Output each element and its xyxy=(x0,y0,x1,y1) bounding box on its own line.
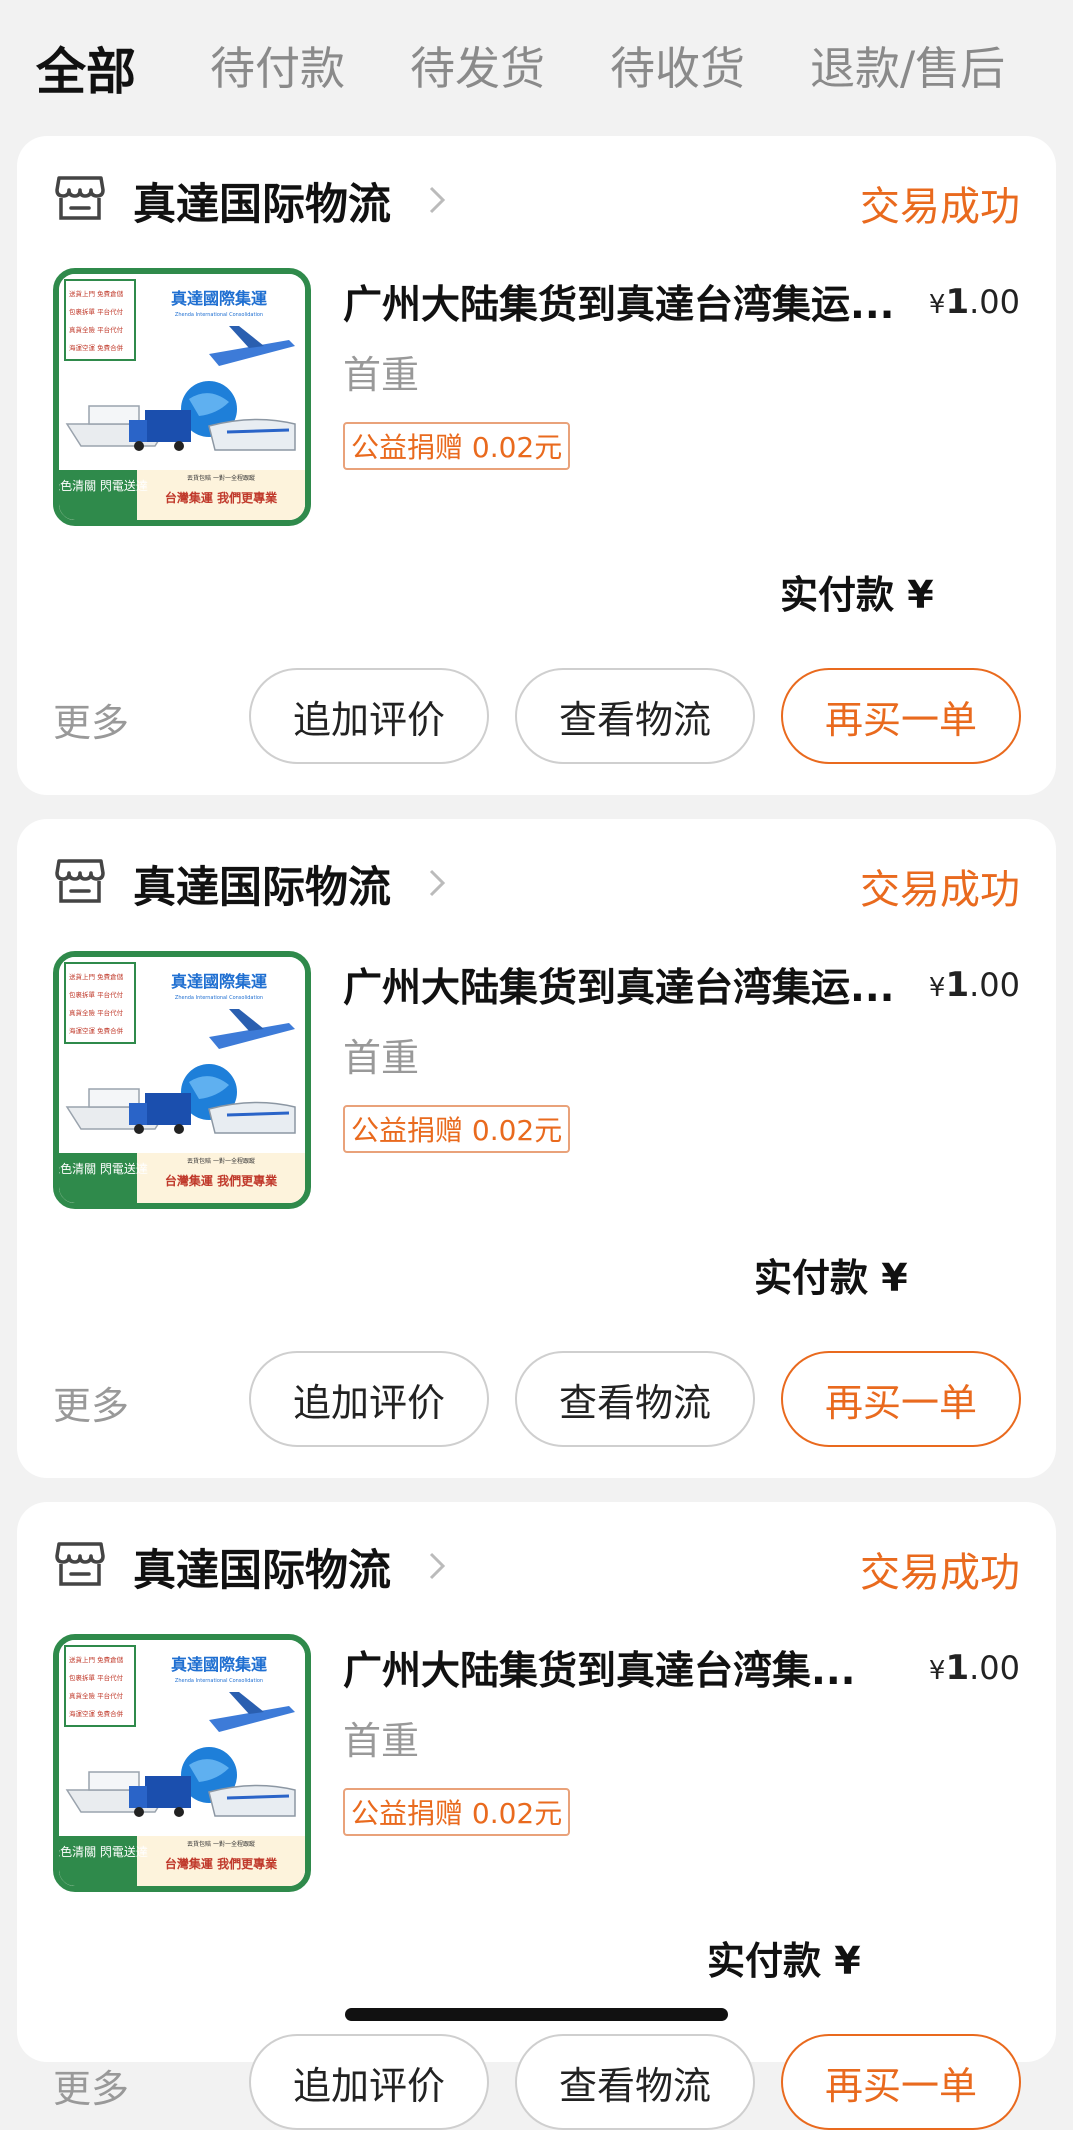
order-status: 交易成功 xyxy=(860,1550,1020,1596)
thumb-feature-4: 海運空運 免費合併 xyxy=(69,1709,124,1718)
add-review-button[interactable]: 追加评价 xyxy=(249,2034,489,2130)
thumb-brand: 真達國際集運 xyxy=(171,972,267,991)
paid-amount: 实付款 ¥ xyxy=(780,573,934,617)
paid-amount: 实付款 ¥ xyxy=(754,1256,908,1300)
product-spec: 首重 xyxy=(343,1719,420,1763)
thumb-feature-1: 送貨上門 免費倉儲 xyxy=(69,1655,124,1664)
product-image: 送貨上門 免費倉儲 包裹拆單 平台代付 真貨全險 平台代付 海運空運 免費合併 … xyxy=(59,1640,305,1886)
chevron-right-icon[interactable] xyxy=(425,863,451,903)
thumb-feature-3: 真貨全險 平台代付 xyxy=(69,1008,124,1017)
store-icon xyxy=(55,859,105,903)
product-title[interactable]: 广州大陆集货到真達台湾集运... xyxy=(343,274,903,330)
product-title[interactable]: 广州大陆集货到真達台湾集运... xyxy=(343,957,903,1013)
tab-pending-shipment[interactable]: 待发货 xyxy=(410,32,545,97)
buy-again-button[interactable]: 再买一单 xyxy=(781,2034,1021,2130)
thumb-footer-left: 綠色清關 閃電送達 xyxy=(59,1161,148,1176)
product-price: ¥1.00 xyxy=(928,965,1020,1005)
tab-refund-aftersale[interactable]: 退款/售后 xyxy=(810,32,1005,97)
tab-pending-receipt[interactable]: 待收货 xyxy=(610,32,745,97)
store-icon xyxy=(55,1542,105,1586)
thumb-footer-small: 丟貨包賠 一對一全程跟蹤 xyxy=(187,1157,255,1165)
product-spec: 首重 xyxy=(343,353,420,397)
thumb-brand: 真達國際集運 xyxy=(171,1655,267,1674)
product-spec: 首重 xyxy=(343,1036,420,1080)
product-thumbnail[interactable]: 送貨上門 免費倉儲 包裹拆單 平台代付 真貨全險 平台代付 海運空運 免費合併 … xyxy=(53,951,311,1209)
add-review-button[interactable]: 追加评价 xyxy=(249,668,489,764)
more-button[interactable]: 更多 xyxy=(53,1375,129,1430)
thumb-footer-right: 台灣集運 我們更專業 xyxy=(165,490,278,505)
thumb-feature-3: 真貨全險 平台代付 xyxy=(69,1691,124,1700)
buy-again-button[interactable]: 再买一单 xyxy=(781,668,1021,764)
product-price: ¥1.00 xyxy=(928,282,1020,322)
thumb-feature-4: 海運空運 免費合併 xyxy=(69,343,124,352)
thumb-feature-2: 包裹拆單 平台代付 xyxy=(69,1673,124,1682)
shop-name[interactable]: 真達国际物流 xyxy=(133,170,391,232)
thumb-brand-en: Zhenda International Consolidation xyxy=(175,1678,263,1684)
product-image: 送貨上門 免費倉儲 包裹拆單 平台代付 真貨全險 平台代付 海運空運 免費合併 … xyxy=(59,957,305,1203)
thumb-footer-left: 綠色清關 閃電送達 xyxy=(59,1844,148,1859)
thumb-feature-4: 海運空運 免費合併 xyxy=(69,1026,124,1035)
more-button[interactable]: 更多 xyxy=(53,692,129,747)
shop-name[interactable]: 真達国际物流 xyxy=(133,853,391,915)
store-icon xyxy=(55,176,105,220)
order-card[interactable]: 真達国际物流 交易成功 送貨上門 免費倉儲 包裹拆單 平台代付 真貨全險 平台代… xyxy=(17,1502,1056,2130)
product-thumbnail[interactable]: 送貨上門 免費倉儲 包裹拆單 平台代付 真貨全險 平台代付 海運空運 免費合併 … xyxy=(53,1634,311,1892)
product-image: 送貨上門 免費倉儲 包裹拆單 平台代付 真貨全險 平台代付 海運空運 免費合併 … xyxy=(59,274,305,520)
charity-badge: 公益捐赠 0.02元 xyxy=(343,422,571,470)
buy-again-button[interactable]: 再买一单 xyxy=(781,1351,1021,1447)
order-status: 交易成功 xyxy=(860,184,1020,230)
more-button[interactable]: 更多 xyxy=(53,2058,129,2113)
home-indicator[interactable] xyxy=(345,2008,728,2021)
thumb-feature-1: 送貨上門 免費倉儲 xyxy=(69,289,124,298)
chevron-right-icon[interactable] xyxy=(425,1546,451,1586)
thumb-footer-small: 丟貨包賠 一對一全程跟蹤 xyxy=(187,1840,255,1848)
thumb-feature-1: 送貨上門 免費倉儲 xyxy=(69,972,124,981)
product-price: ¥1.00 xyxy=(928,1648,1020,1688)
thumb-feature-2: 包裹拆單 平台代付 xyxy=(69,990,124,999)
order-card[interactable]: 真達国际物流 交易成功 送貨上門 免費倉儲 包裹拆單 平台代付 真貨全險 平台代… xyxy=(17,819,1056,1478)
thumb-footer-small: 丟貨包賠 一對一全程跟蹤 xyxy=(187,474,255,482)
thumb-brand: 真達國際集運 xyxy=(171,289,267,308)
thumb-brand-en: Zhenda International Consolidation xyxy=(175,312,263,318)
view-logistics-button[interactable]: 查看物流 xyxy=(515,2034,755,2130)
add-review-button[interactable]: 追加评价 xyxy=(249,1351,489,1447)
thumb-footer-left: 綠色清關 閃電送達 xyxy=(59,478,148,493)
thumb-feature-2: 包裹拆單 平台代付 xyxy=(69,307,124,316)
order-card[interactable]: 真達国际物流 交易成功 送貨上門 免費倉儲 包裹拆單 平台代付 真貨全險 平台代… xyxy=(17,136,1056,795)
chevron-right-icon[interactable] xyxy=(425,180,451,220)
charity-badge: 公益捐赠 0.02元 xyxy=(343,1788,571,1836)
thumb-footer-right: 台灣集運 我們更專業 xyxy=(165,1856,278,1871)
shop-name[interactable]: 真達国际物流 xyxy=(133,1536,391,1598)
tab-all[interactable]: 全部 xyxy=(36,32,136,104)
order-filter-tabs: 全部 待付款 待发货 待收货 退款/售后 xyxy=(0,0,1073,130)
product-title[interactable]: 广州大陆集货到真達台湾集... xyxy=(343,1640,903,1696)
thumb-feature-3: 真貨全險 平台代付 xyxy=(69,325,124,334)
paid-amount: 实付款 ¥ xyxy=(707,1939,861,1983)
view-logistics-button[interactable]: 查看物流 xyxy=(515,1351,755,1447)
thumb-brand-en: Zhenda International Consolidation xyxy=(175,995,263,1001)
view-logistics-button[interactable]: 查看物流 xyxy=(515,668,755,764)
tab-pending-payment[interactable]: 待付款 xyxy=(210,32,345,97)
product-thumbnail[interactable]: 送貨上門 免費倉儲 包裹拆單 平台代付 真貨全險 平台代付 海運空運 免費合併 … xyxy=(53,268,311,526)
charity-badge: 公益捐赠 0.02元 xyxy=(343,1105,571,1153)
thumb-footer-right: 台灣集運 我們更專業 xyxy=(165,1173,278,1188)
order-status: 交易成功 xyxy=(860,867,1020,913)
